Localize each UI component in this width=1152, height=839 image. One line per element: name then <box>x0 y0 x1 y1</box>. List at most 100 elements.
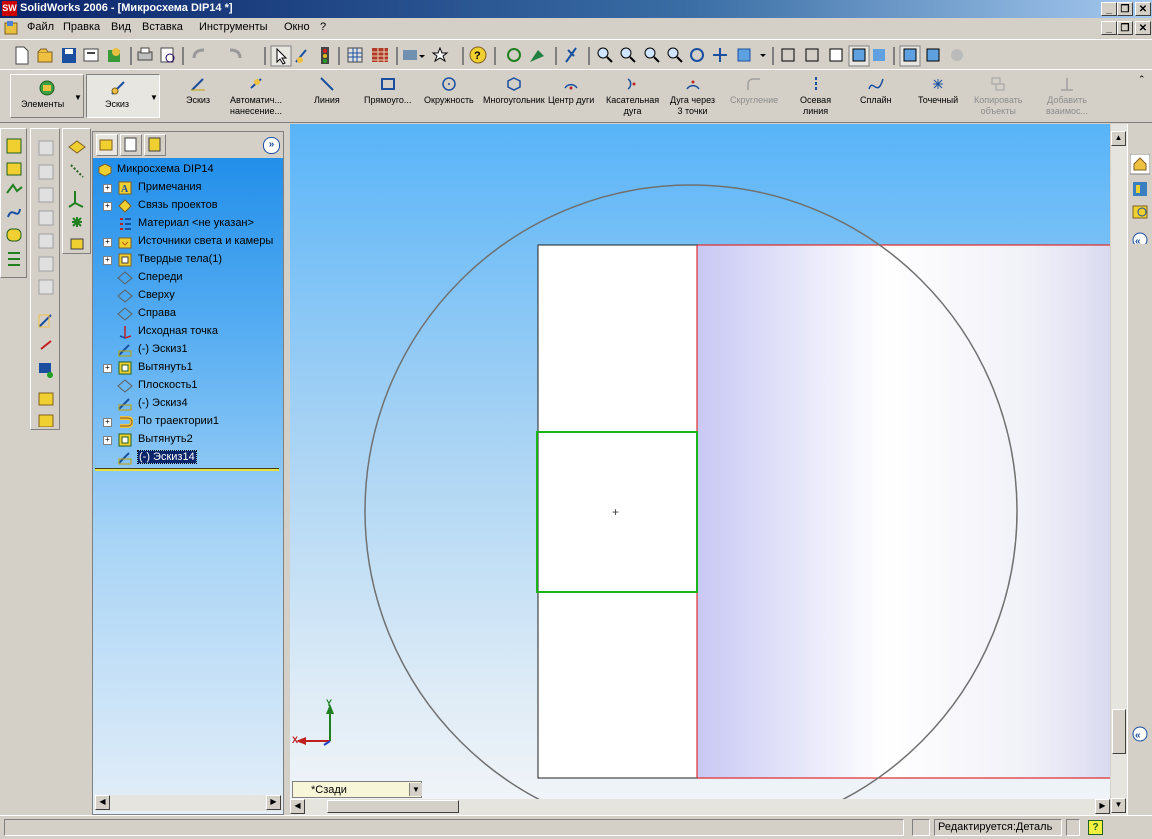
viewport-hscroll-thumb[interactable] <box>327 800 459 813</box>
minimize-button[interactable]: _ <box>1101 2 1117 16</box>
doc-restore-button[interactable]: ❐ <box>1117 21 1133 35</box>
revolve-cut-icon[interactable] <box>38 164 54 180</box>
task-pane-expand-icon[interactable]: « <box>1130 724 1150 744</box>
expand-toggle-icon[interactable]: + <box>103 202 112 211</box>
smart-dim-icon[interactable] <box>40 340 52 350</box>
tab-configurationmanager[interactable] <box>144 134 166 156</box>
menu-help[interactable]: ? <box>320 21 326 33</box>
mate-reference-icon[interactable] <box>70 238 84 250</box>
favorites-icon[interactable] <box>431 46 449 63</box>
options-grid-icon[interactable] <box>347 47 363 63</box>
menu-file[interactable]: Файл <box>27 21 54 33</box>
expand-toggle-icon[interactable]: + <box>103 364 112 373</box>
cmd-copy-entities[interactable]: Копировать объекты <box>974 76 1022 117</box>
menu-view[interactable]: Вид <box>111 21 131 33</box>
tree-horizontal-scrollbar[interactable]: ◀ ▶ <box>94 795 282 811</box>
view-dropdown-arrow-icon[interactable]: ▼ <box>409 783 422 796</box>
view-orientation-select[interactable]: *Сзади ▼ <box>292 781 422 798</box>
zoom-area-icon[interactable] <box>620 47 636 63</box>
toolbar-wrench-icon[interactable] <box>530 50 544 62</box>
extrude-boss-icon[interactable] <box>6 138 22 154</box>
zoom-to-fit-icon[interactable] <box>597 47 613 63</box>
menu-edit[interactable]: Правка <box>63 21 100 33</box>
design-library-icon[interactable] <box>1133 182 1147 196</box>
cmd-line[interactable]: Линия <box>314 76 340 106</box>
collapse-panel-icon[interactable]: » <box>263 137 280 154</box>
sketch-edit-icon[interactable] <box>38 314 52 328</box>
hidden-lines-removed-icon[interactable] <box>829 48 843 62</box>
zoom-selection-icon[interactable] <box>667 47 683 63</box>
viewport-vscroll-thumb[interactable] <box>1112 709 1126 754</box>
loft-boss-icon[interactable] <box>7 208 21 218</box>
redo-icon[interactable] <box>229 48 242 59</box>
tree-scroll-right-icon[interactable]: ▶ <box>266 795 281 810</box>
expand-toggle-icon[interactable]: + <box>103 418 112 427</box>
print-icon[interactable] <box>137 47 153 61</box>
fillet-feature-icon[interactable] <box>38 233 54 249</box>
cmd-point[interactable]: Точечный <box>918 76 958 106</box>
cmd-tangent-arc[interactable]: Касательная дуга <box>606 76 659 117</box>
features-tab[interactable]: Элементы ▼ <box>10 74 84 118</box>
restore-button[interactable]: ❐ <box>1117 2 1133 16</box>
expand-toggle-icon[interactable]: + <box>103 184 112 193</box>
viewport-scroll-down-icon[interactable]: ▼ <box>1111 798 1126 813</box>
reference-axis-icon[interactable] <box>70 164 84 178</box>
chamfer-icon[interactable] <box>38 256 54 272</box>
body-side-face[interactable] <box>697 245 1110 778</box>
loft-cut-icon[interactable] <box>38 210 54 226</box>
cmd-circle[interactable]: Окружность <box>424 76 474 106</box>
wireframe-icon[interactable] <box>781 48 795 62</box>
extrude-cut-icon[interactable] <box>38 140 54 156</box>
thicken-icon[interactable] <box>6 228 22 242</box>
shaded-with-edges-icon[interactable] <box>848 45 870 67</box>
document-icon[interactable] <box>3 20 19 36</box>
task-pane-collapse-icon[interactable]: « <box>1132 232 1148 244</box>
helix-icon[interactable] <box>8 252 20 266</box>
print-preview-icon[interactable] <box>83 48 99 62</box>
reference-plane-icon[interactable] <box>68 140 86 154</box>
new-icon[interactable] <box>15 46 29 65</box>
cmd-3point-arc[interactable]: Дуга через 3 точки <box>670 76 715 117</box>
open-icon[interactable] <box>37 48 53 63</box>
graphics-area[interactable]: + Y X *Сзади ▼ <box>290 124 1110 799</box>
toolbar-ring-icon[interactable] <box>507 48 521 62</box>
doc-minimize-button[interactable]: _ <box>1101 21 1117 35</box>
shaded-icon[interactable] <box>873 49 885 61</box>
undo-icon[interactable] <box>192 48 205 59</box>
viewport-vertical-scrollbar[interactable]: ▲ ▼ <box>1111 124 1127 815</box>
revolve-boss-icon[interactable] <box>6 162 22 176</box>
rebuild-icon[interactable] <box>108 48 120 62</box>
part-icon-a[interactable] <box>38 392 54 406</box>
rotate-view-icon[interactable] <box>690 48 704 62</box>
expand-toggle-icon[interactable]: + <box>103 436 112 445</box>
select-icon[interactable] <box>270 45 292 67</box>
close-button[interactable]: ✕ <box>1135 2 1151 16</box>
cmd-centerline[interactable]: Осевая линия <box>800 76 831 117</box>
coordinate-system-icon[interactable] <box>68 191 84 208</box>
sketch-tab[interactable]: Эскиз ▼ <box>86 74 160 118</box>
menu-insert[interactable]: Вставка <box>142 21 183 33</box>
pan-icon[interactable] <box>713 48 727 62</box>
doc-close-button[interactable]: ✕ <box>1135 21 1151 35</box>
standard-views-icon[interactable] <box>737 48 766 62</box>
part-icon-b[interactable] <box>38 414 54 427</box>
shell-icon[interactable] <box>38 279 54 295</box>
features-dropdown-arrow-icon[interactable]: ▼ <box>74 93 82 102</box>
cmd-centerpoint-arc[interactable]: Центр дуги <box>548 76 594 106</box>
solidworks-resources-icon[interactable] <box>1130 154 1150 175</box>
reference-point-icon[interactable] <box>72 217 82 227</box>
model-canvas[interactable] <box>290 124 1110 799</box>
command-manager-overflow-icon[interactable]: ⌃ <box>1138 74 1146 85</box>
help-question-icon[interactable]: ? <box>469 46 487 64</box>
rollback-bar[interactable] <box>95 468 279 471</box>
show-hide-icon[interactable] <box>565 47 577 63</box>
sweep-cut-icon[interactable] <box>38 187 54 203</box>
preview-icon[interactable] <box>160 47 175 63</box>
zoom-in-out-icon[interactable] <box>644 47 660 63</box>
viewport-horizontal-scrollbar[interactable]: ◀ ▶ <box>290 799 1110 815</box>
cmd-add-relation[interactable]: Добавить взаимос... <box>1046 76 1088 117</box>
sketch-toolbar-icon[interactable] <box>295 49 307 63</box>
menu-window[interactable]: Окно <box>284 21 310 33</box>
display-delete-icon[interactable] <box>39 363 53 378</box>
menu-tools[interactable]: Инструменты <box>199 21 268 33</box>
